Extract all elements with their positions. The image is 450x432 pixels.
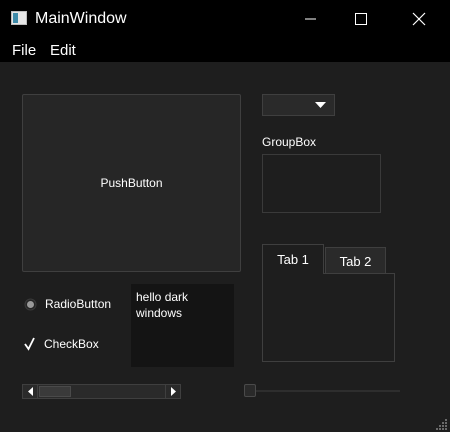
combo-box[interactable] (262, 94, 335, 116)
horizontal-scrollbar[interactable] (22, 384, 181, 399)
scroll-right-button[interactable] (165, 385, 180, 398)
maximize-icon (355, 13, 367, 25)
text-edit[interactable]: hello dark windows (131, 284, 234, 367)
arrow-left-icon (28, 387, 33, 396)
push-button-label: PushButton (100, 176, 163, 190)
checkbox[interactable] (22, 336, 38, 352)
menu-edit[interactable]: Edit (50, 42, 76, 60)
scrollbar-thumb[interactable] (39, 386, 71, 397)
menu-file[interactable]: File (12, 42, 36, 60)
group-box-title: GroupBox (262, 135, 317, 149)
tab-1[interactable]: Tab 1 (262, 244, 324, 274)
app-window-icon (11, 11, 27, 25)
tab-1-label: Tab 1 (277, 252, 309, 267)
tab-2-label: Tab 2 (339, 254, 372, 269)
title-bar[interactable]: MainWindow (0, 0, 450, 38)
tab-2[interactable]: Tab 2 (325, 247, 386, 274)
close-button[interactable] (396, 0, 442, 38)
close-icon (412, 12, 426, 26)
window-title: MainWindow (35, 10, 127, 27)
push-button[interactable]: PushButton (22, 94, 241, 272)
chevron-down-icon (315, 102, 326, 108)
slider-groove[interactable] (244, 390, 400, 392)
checkmark-icon (24, 337, 35, 351)
group-box (262, 154, 381, 213)
scroll-left-button[interactable] (23, 385, 38, 398)
minimize-button[interactable] (288, 0, 334, 38)
menu-bar: File Edit (0, 38, 450, 62)
radio-button-label[interactable]: RadioButton (45, 297, 111, 311)
maximize-button[interactable] (338, 0, 384, 38)
size-grip-icon[interactable] (436, 418, 448, 430)
checkbox-label[interactable]: CheckBox (44, 337, 99, 351)
arrow-right-icon (171, 387, 176, 396)
tab-panel (262, 273, 395, 362)
slider-handle[interactable] (244, 384, 256, 397)
minimize-icon (305, 18, 316, 20)
radio-button[interactable] (24, 298, 37, 311)
main-window: MainWindow File Edit PushButton GroupBox… (0, 0, 450, 432)
